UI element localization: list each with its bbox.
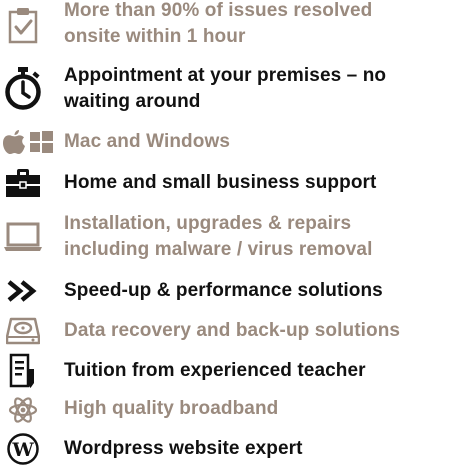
item-text-line: including malware / virus removal	[64, 239, 373, 260]
atom-icon	[0, 396, 46, 424]
item-text-line: Tuition from experienced teacher	[64, 360, 366, 381]
item-text-line: More than 90% of issues resolved	[64, 0, 373, 21]
stopwatch-icon	[0, 62, 46, 114]
briefcase-icon	[0, 168, 46, 198]
wordpress-icon: W	[0, 432, 46, 465]
item-text-line: waiting around	[64, 91, 201, 112]
list-item: Speed-up & performance solutions	[0, 277, 467, 305]
item-text-line: Installation, upgrades & repairs	[64, 213, 352, 234]
list-item: Installation, upgrades & repairs includi…	[0, 209, 467, 265]
list-item: High quality broadband	[0, 396, 467, 424]
item-text-line: Home and small business support	[64, 172, 377, 193]
list-item: Home and small business support	[0, 168, 467, 198]
item-text-line: Speed-up & performance solutions	[64, 280, 383, 301]
item-text-line: Appointment at your premises – no	[64, 65, 387, 86]
fast-forward-icon	[0, 277, 46, 305]
item-text-line: Mac and Windows	[64, 131, 231, 152]
list-item: Mac and Windows	[0, 128, 467, 156]
item-text-line: Data recovery and back-up solutions	[64, 320, 401, 341]
document-pen-icon	[0, 353, 46, 389]
hard-drive-icon	[0, 316, 46, 346]
list-item: Tuition from experienced teacher	[0, 353, 467, 389]
laptop-icon	[0, 213, 46, 261]
list-item: More than 90% of issues resolved onsite …	[0, 0, 467, 50]
apple-windows-icon	[0, 128, 56, 156]
item-text-line: onsite within 1 hour	[64, 26, 246, 47]
list-item: Data recovery and back-up solutions	[0, 316, 467, 346]
svg-text:W: W	[11, 439, 34, 461]
list-item: W Wordpress website expert	[0, 432, 467, 465]
list-item: Appointment at your premises – no waitin…	[0, 60, 467, 116]
checklist-icon	[0, 0, 46, 50]
item-text-line: High quality broadband	[64, 398, 279, 419]
item-text-line: Wordpress website expert	[64, 438, 303, 459]
